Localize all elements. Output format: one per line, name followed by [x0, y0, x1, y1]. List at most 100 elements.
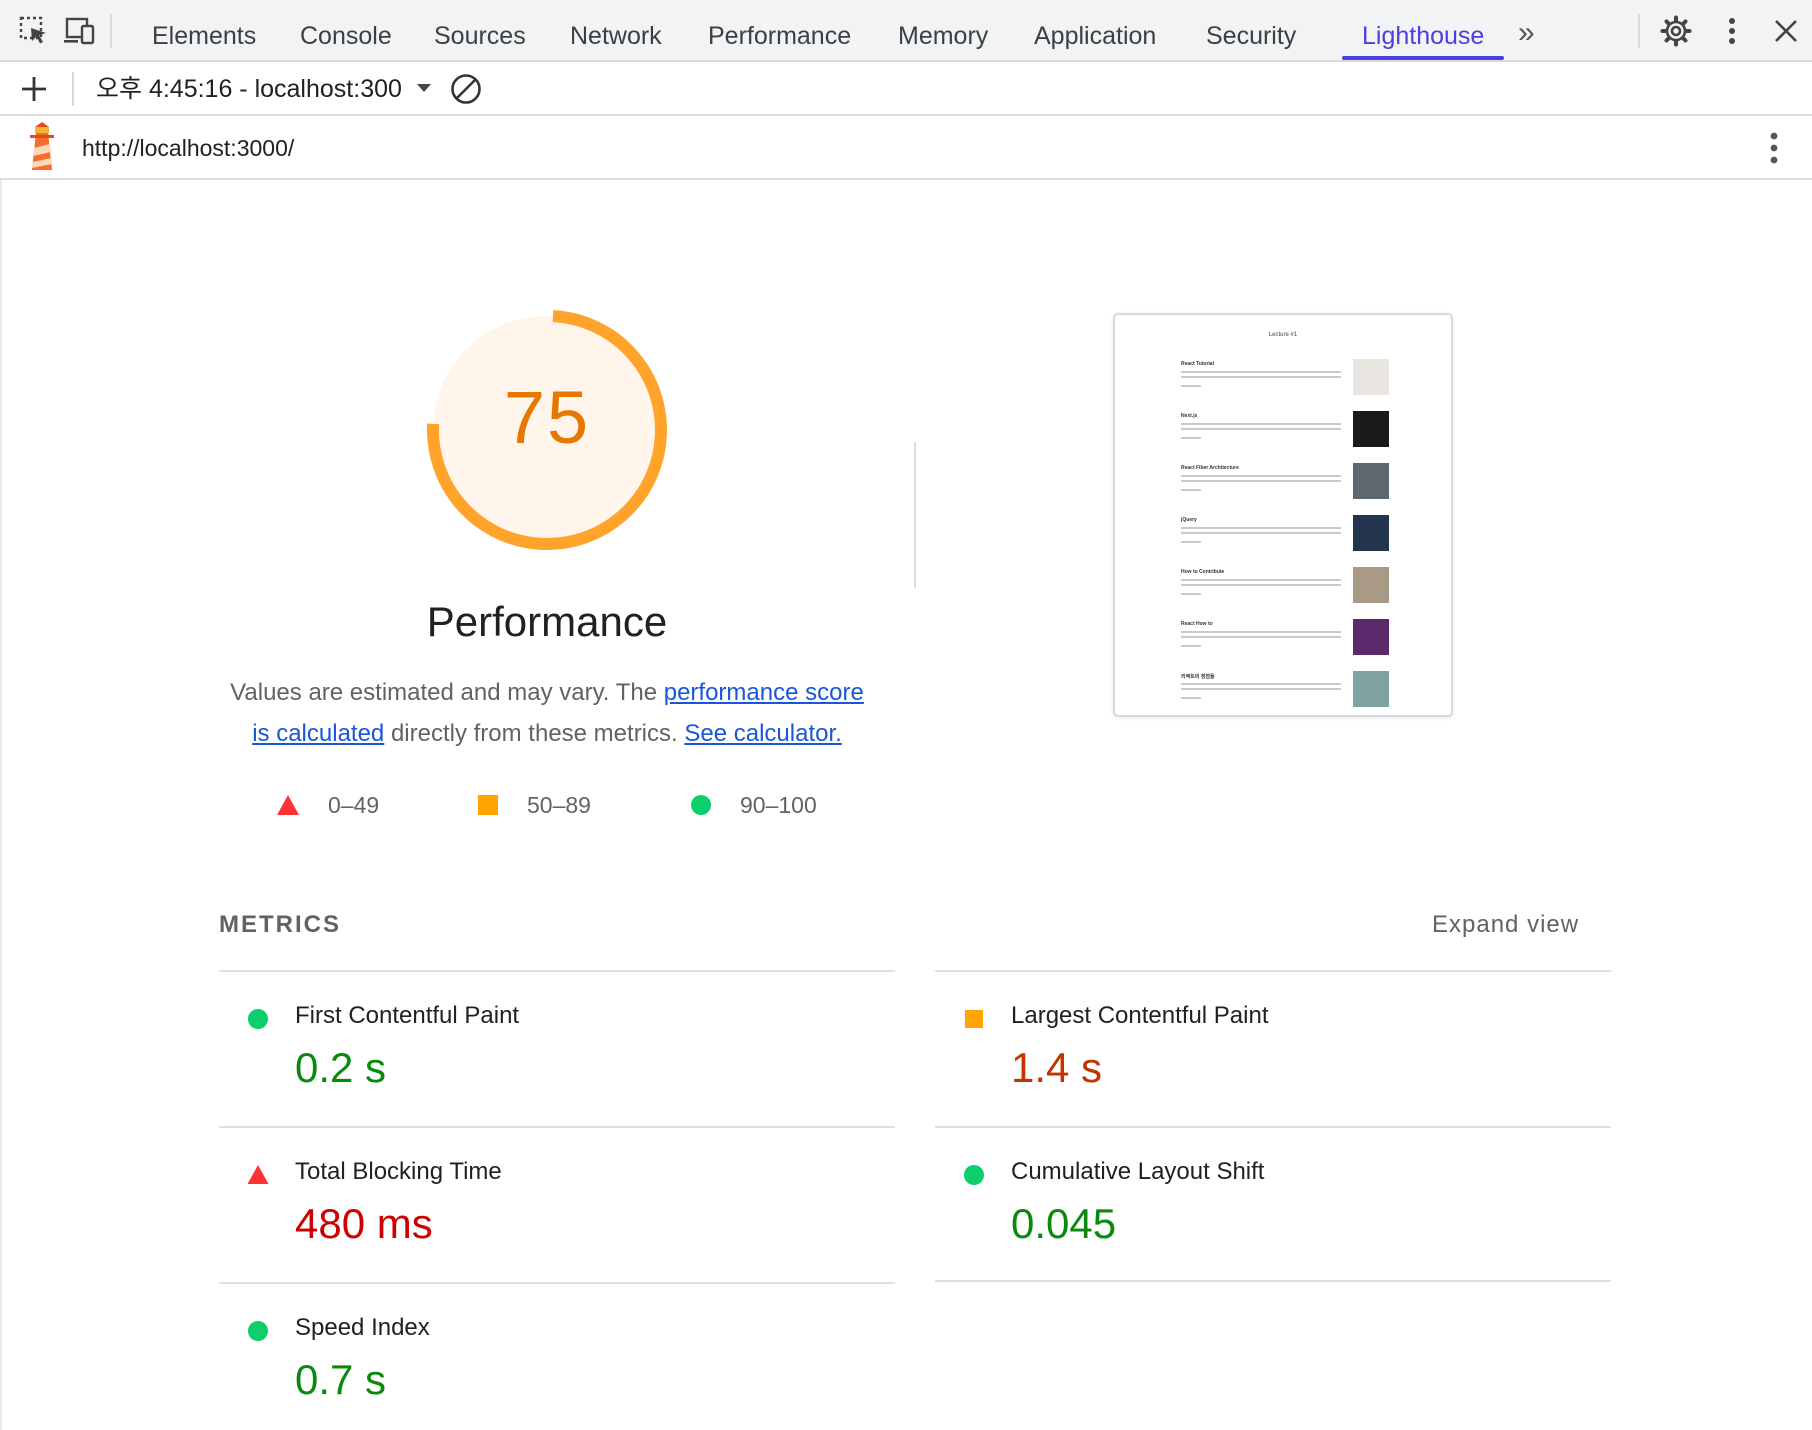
text-line [1181, 688, 1341, 690]
devtools-tabbar: Elements Console Sources Network Perform… [0, 0, 1812, 62]
screenshot-item-title: React How to [1181, 621, 1213, 627]
pass-circle-icon [248, 1009, 268, 1029]
legend-average-range: 50–89 [527, 791, 591, 818]
tab-application[interactable]: Application [1034, 0, 1156, 62]
description-text: Values are estimated and may vary. The [230, 679, 664, 706]
metric-divider [935, 1280, 1611, 1282]
tab-elements[interactable]: Elements [152, 0, 256, 62]
text-line [1181, 423, 1341, 425]
lighthouse-report: 75 Performance Values are estimated and … [0, 180, 1812, 1430]
metric-value: 0.2 s [295, 1044, 387, 1091]
report-selector[interactable]: 오후 4:45:16 - localhost:3000 [96, 62, 433, 116]
clear-reports-icon[interactable] [448, 71, 484, 107]
text-line [1181, 636, 1341, 638]
report-url: http://localhost:3000/ [82, 135, 295, 161]
screenshot-item-thumbnail [1353, 411, 1389, 447]
metric-largest-contentful-paint: Largest Contentful Paint 1.4 s [935, 970, 1611, 1126]
settings-gear-icon[interactable] [1658, 13, 1694, 49]
legend-pass: 90–100 [690, 790, 817, 820]
screenshot-item-thumbnail [1353, 463, 1389, 499]
screenshot-item-thumbnail [1353, 619, 1389, 655]
text-line [1181, 475, 1341, 477]
tab-console[interactable]: Console [300, 0, 392, 62]
screenshot-item-title: jQuery [1181, 517, 1197, 523]
section-divider [914, 442, 916, 588]
screenshot-item-title: React Fiber Architecture [1181, 465, 1239, 471]
screenshot-item: React Tutorial [1181, 359, 1391, 401]
text-line [1181, 593, 1201, 595]
device-toolbar-icon[interactable] [61, 13, 97, 49]
tab-memory[interactable]: Memory [898, 0, 988, 62]
pass-circle-icon [248, 1321, 268, 1341]
metric-cumulative-layout-shift: Cumulative Layout Shift 0.045 [935, 1126, 1611, 1282]
text-line [1181, 645, 1201, 647]
text-line [1181, 541, 1201, 543]
screenshot-item-thumbnail [1353, 567, 1389, 603]
customize-menu-icon[interactable] [1714, 13, 1750, 49]
toolbar-separator [72, 72, 74, 106]
screenshot-item: How to Contribute [1181, 567, 1391, 609]
metrics-heading: METRICS [219, 911, 341, 938]
text-line [1181, 631, 1341, 633]
final-screenshot[interactable]: Lecture #1 React Tutorial Next.js React … [1113, 313, 1453, 717]
metric-value: 0.045 [1011, 1200, 1117, 1247]
screenshot-item-title: React Tutorial [1181, 361, 1214, 367]
lighthouse-toolbar: 오후 4:45:16 - localhost:3000 [0, 62, 1812, 116]
description-text-middle: directly from these metrics. [384, 720, 685, 747]
screenshot-item-title: Next.js [1181, 413, 1198, 419]
tab-security[interactable]: Security [1206, 0, 1296, 62]
screenshot-item-thumbnail [1353, 671, 1389, 707]
legend-fail: 0–49 [276, 790, 379, 820]
screenshot-item-title: 리액트의 정점들 [1181, 674, 1215, 680]
metric-value: 0.7 s [295, 1356, 387, 1403]
category-title: Performance [426, 598, 668, 645]
legend-fail-range: 0–49 [328, 791, 380, 818]
text-line [1181, 584, 1341, 586]
text-line [1181, 532, 1341, 534]
fail-triangle-icon [247, 1165, 269, 1184]
metric-value: 1.4 s [1011, 1044, 1103, 1091]
metric-speed-index: Speed Index 0.7 s [219, 1282, 895, 1430]
screenshot-item: 리액트의 정점들 [1181, 671, 1391, 713]
metric-name: First Contentful Paint [295, 1002, 520, 1029]
text-line [1181, 376, 1341, 378]
tab-separator [1638, 14, 1640, 48]
metric-total-blocking-time: Total Blocking Time 480 ms [219, 1126, 895, 1282]
screenshot-item: React How to [1181, 619, 1391, 661]
tab-sources[interactable]: Sources [434, 0, 526, 62]
metric-name: Speed Index [295, 1314, 430, 1341]
text-line [1181, 428, 1341, 430]
close-devtools-icon[interactable] [1768, 13, 1804, 49]
average-square-icon [965, 1010, 983, 1028]
screenshot-item: Next.js [1181, 411, 1391, 453]
metric-name: Total Blocking Time [295, 1158, 502, 1185]
text-line [1181, 489, 1201, 491]
tab-network[interactable]: Network [570, 0, 662, 62]
metric-name: Cumulative Layout Shift [1011, 1158, 1265, 1185]
screenshot-item: React Fiber Architecture [1181, 463, 1391, 505]
metric-first-contentful-paint: First Contentful Paint 0.2 s [219, 970, 895, 1126]
screenshot-item-thumbnail [1353, 359, 1389, 395]
screenshot-item: jQuery [1181, 515, 1391, 557]
new-report-plus-icon[interactable] [16, 71, 52, 107]
report-menu-icon[interactable] [1756, 130, 1792, 166]
text-line [1181, 683, 1341, 685]
expand-view-toggle[interactable]: Expand view [1432, 911, 1579, 939]
text-line [1181, 480, 1341, 482]
metric-name: Largest Contentful Paint [1011, 1002, 1269, 1029]
metric-value: 480 ms [295, 1200, 433, 1247]
see-calculator-link[interactable]: See calculator. [684, 720, 841, 747]
more-tabs-icon[interactable]: » [1518, 0, 1535, 62]
tab-performance[interactable]: Performance [708, 0, 851, 62]
inspect-element-icon[interactable] [16, 13, 52, 49]
pass-circle-icon [964, 1165, 984, 1185]
text-line [1181, 697, 1201, 699]
fail-triangle-icon [277, 795, 299, 815]
screenshot-page-title: Lecture #1 [1268, 332, 1298, 338]
pass-circle-icon [691, 795, 711, 815]
performance-score-value: 75 [503, 376, 591, 459]
screenshot-item-title: How to Contribute [1181, 569, 1225, 575]
tab-lighthouse[interactable]: Lighthouse [1341, 0, 1505, 62]
lighthouse-logo-icon [24, 122, 60, 179]
text-line [1181, 527, 1341, 529]
